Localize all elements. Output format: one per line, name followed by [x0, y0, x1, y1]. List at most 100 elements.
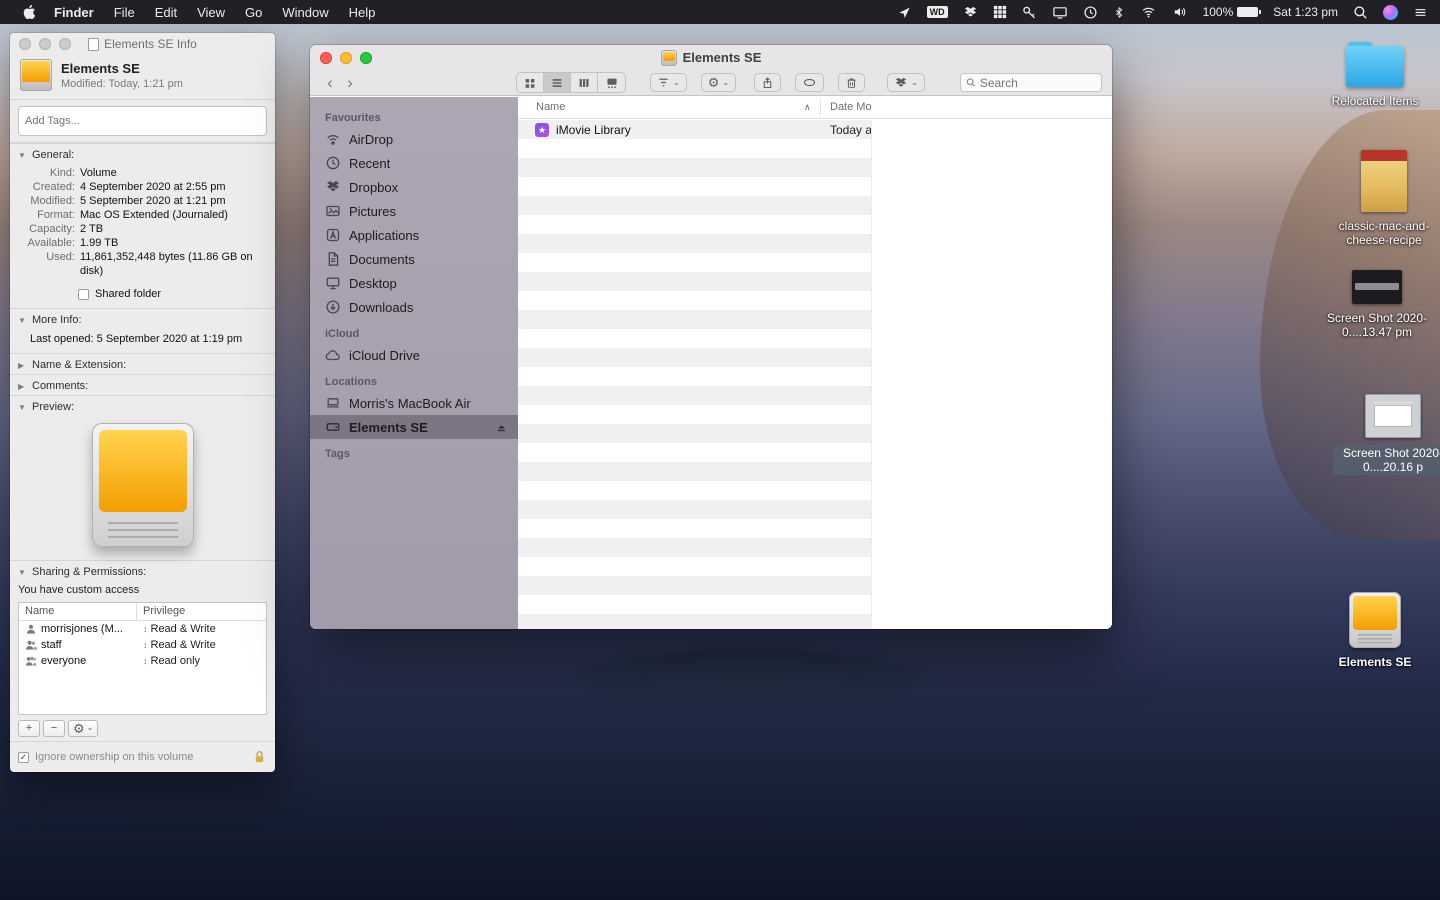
zoom-button[interactable]: [360, 52, 372, 64]
column-date-modified[interactable]: Date Mo: [830, 101, 872, 113]
group-button[interactable]: ⌄: [650, 73, 687, 92]
finder-traffic-lights: [320, 52, 372, 64]
desktop-icon-relocated-items[interactable]: Relocated Items: [1315, 42, 1435, 108]
applications-icon: [326, 228, 340, 242]
shared-folder-checkbox[interactable]: [78, 288, 89, 300]
permission-action-menu-button[interactable]: ⚙ ⌄: [68, 719, 99, 737]
sidebar-item-macbook[interactable]: Morris's MacBook Air: [310, 391, 518, 415]
menu-bar-clock[interactable]: Sat 1:23 pm: [1273, 5, 1338, 19]
disclosure-open-icon[interactable]: ▼: [18, 403, 27, 412]
perm-col-name[interactable]: Name: [19, 603, 137, 621]
sidebar-item-pictures[interactable]: Pictures: [310, 199, 518, 223]
ignore-ownership-checkbox[interactable]: ✓: [18, 751, 29, 763]
gallery-view-button[interactable]: [598, 73, 625, 92]
dropbox-button[interactable]: ⌄: [887, 73, 925, 92]
display-airplay-icon[interactable]: [1052, 5, 1068, 20]
custom-access-text: You have custom access: [18, 584, 140, 597]
close-button[interactable]: [320, 52, 332, 64]
tags-button[interactable]: [795, 73, 825, 92]
permission-row[interactable]: morrisjones (M... ↕ Read & Write: [19, 621, 266, 637]
sidebar-item-dropbox[interactable]: Dropbox: [310, 175, 518, 199]
back-button[interactable]: ‹: [320, 73, 340, 93]
eject-icon[interactable]: [495, 421, 508, 434]
privilege-dropdown-icon[interactable]: ↕: [143, 624, 148, 634]
sidebar-item-applications[interactable]: Applications: [310, 223, 518, 247]
section-general[interactable]: ▼ General:: [10, 143, 275, 164]
privilege-dropdown-icon[interactable]: ↕: [143, 640, 148, 650]
permission-row[interactable]: staff ↕ Read & Write: [19, 637, 266, 653]
delete-button[interactable]: [838, 73, 866, 92]
file-row-imovie-library[interactable]: ★ iMovie Library Today a: [518, 120, 871, 139]
sidebar-item-documents[interactable]: Documents: [310, 247, 518, 271]
menu-go[interactable]: Go: [235, 5, 272, 20]
menu-view[interactable]: View: [187, 5, 235, 20]
wd-drive-icon[interactable]: WD: [926, 6, 948, 18]
siri-icon[interactable]: [1383, 4, 1398, 20]
disclosure-closed-icon[interactable]: ▶: [18, 361, 27, 370]
column-view-button[interactable]: [571, 73, 598, 92]
lock-icon[interactable]: [252, 749, 267, 765]
perm-col-privilege[interactable]: Privilege: [137, 603, 266, 620]
permission-row[interactable]: everyone ↕ Read only: [19, 653, 266, 669]
section-more-info[interactable]: ▼ More Info:: [10, 308, 275, 329]
section-name-extension-label: Name & Extension:: [32, 359, 127, 371]
finder-title-bar[interactable]: Elements SE: [310, 45, 1112, 70]
time-machine-icon[interactable]: [1083, 5, 1098, 20]
wifi-icon[interactable]: [1140, 5, 1157, 19]
column-name[interactable]: Name: [536, 101, 565, 113]
action-button[interactable]: ⚙ ⌄: [700, 73, 737, 92]
apple-menu[interactable]: [14, 4, 44, 20]
icon-view-button[interactable]: [517, 73, 544, 92]
add-permission-button[interactable]: +: [18, 719, 40, 737]
privilege-dropdown-icon[interactable]: ↕: [143, 656, 148, 666]
close-button[interactable]: [19, 38, 31, 50]
disclosure-open-icon[interactable]: ▼: [18, 568, 27, 577]
menu-file[interactable]: File: [104, 5, 145, 20]
location-icon[interactable]: [897, 5, 912, 20]
menu-help[interactable]: Help: [339, 5, 386, 20]
sidebar-item-elements-se[interactable]: Elements SE: [310, 415, 518, 439]
minimize-button[interactable]: [340, 52, 352, 64]
desktop-icon-screenshot-2[interactable]: Screen Shot 2020-0....20.16 p: [1333, 394, 1440, 475]
zoom-button[interactable]: [59, 38, 71, 50]
disclosure-closed-icon[interactable]: ▶: [18, 382, 27, 391]
column-divider[interactable]: [820, 100, 821, 115]
search-field[interactable]: [960, 73, 1102, 92]
share-button[interactable]: [754, 73, 782, 92]
desktop-icon-screenshot-1[interactable]: Screen Shot 2020-0....13.47 pm: [1317, 270, 1437, 339]
menu-edit[interactable]: Edit: [145, 5, 187, 20]
forward-button[interactable]: ›: [340, 73, 360, 93]
menu-window[interactable]: Window: [272, 5, 338, 20]
volume-icon[interactable]: [1172, 5, 1188, 19]
desktop-icon-recipe-image[interactable]: classic-mac-and-cheese-recipe: [1324, 150, 1440, 247]
battery-indicator[interactable]: 100%: [1203, 5, 1262, 19]
section-sharing[interactable]: ▼ Sharing & Permissions:: [10, 560, 275, 581]
section-preview[interactable]: ▼ Preview:: [10, 395, 275, 416]
user-icon: [27, 624, 35, 634]
key-status-icon[interactable]: [1022, 5, 1037, 20]
sidebar-item-desktop[interactable]: Desktop: [310, 271, 518, 295]
disclosure-open-icon[interactable]: ▼: [18, 316, 27, 325]
section-comments[interactable]: ▶ Comments:: [10, 374, 275, 395]
remove-permission-button[interactable]: −: [43, 719, 65, 737]
disclosure-open-icon[interactable]: ▼: [18, 151, 27, 160]
sidebar-item-downloads[interactable]: Downloads: [310, 295, 518, 319]
search-input[interactable]: [979, 75, 1096, 90]
dropbox-status-icon[interactable]: [963, 5, 978, 20]
active-app-menu[interactable]: Finder: [44, 5, 104, 20]
sidebar-item-icloud-drive[interactable]: iCloud Drive: [310, 343, 518, 367]
sidebar-item-airdrop[interactable]: AirDrop: [310, 127, 518, 151]
section-name-extension[interactable]: ▶ Name & Extension:: [10, 353, 275, 374]
add-tags-input[interactable]: [18, 106, 267, 136]
list-view-button[interactable]: [544, 73, 571, 92]
desktop-icon-elements-se-drive[interactable]: Elements SE: [1315, 592, 1435, 669]
minimize-button[interactable]: [39, 38, 51, 50]
grid-status-icon[interactable]: [993, 5, 1007, 19]
spotlight-search-icon[interactable]: [1353, 5, 1368, 20]
info-title-bar[interactable]: Elements SE Info: [10, 33, 275, 55]
finder-chrome[interactable]: Elements SE ‹ › ⌄ ⚙ ⌄ ⌄: [310, 45, 1112, 96]
shared-folder-row: Shared folder: [10, 282, 275, 308]
bluetooth-icon[interactable]: [1113, 5, 1125, 20]
notification-center-icon[interactable]: [1413, 6, 1428, 19]
sidebar-item-recent[interactable]: Recent: [310, 151, 518, 175]
